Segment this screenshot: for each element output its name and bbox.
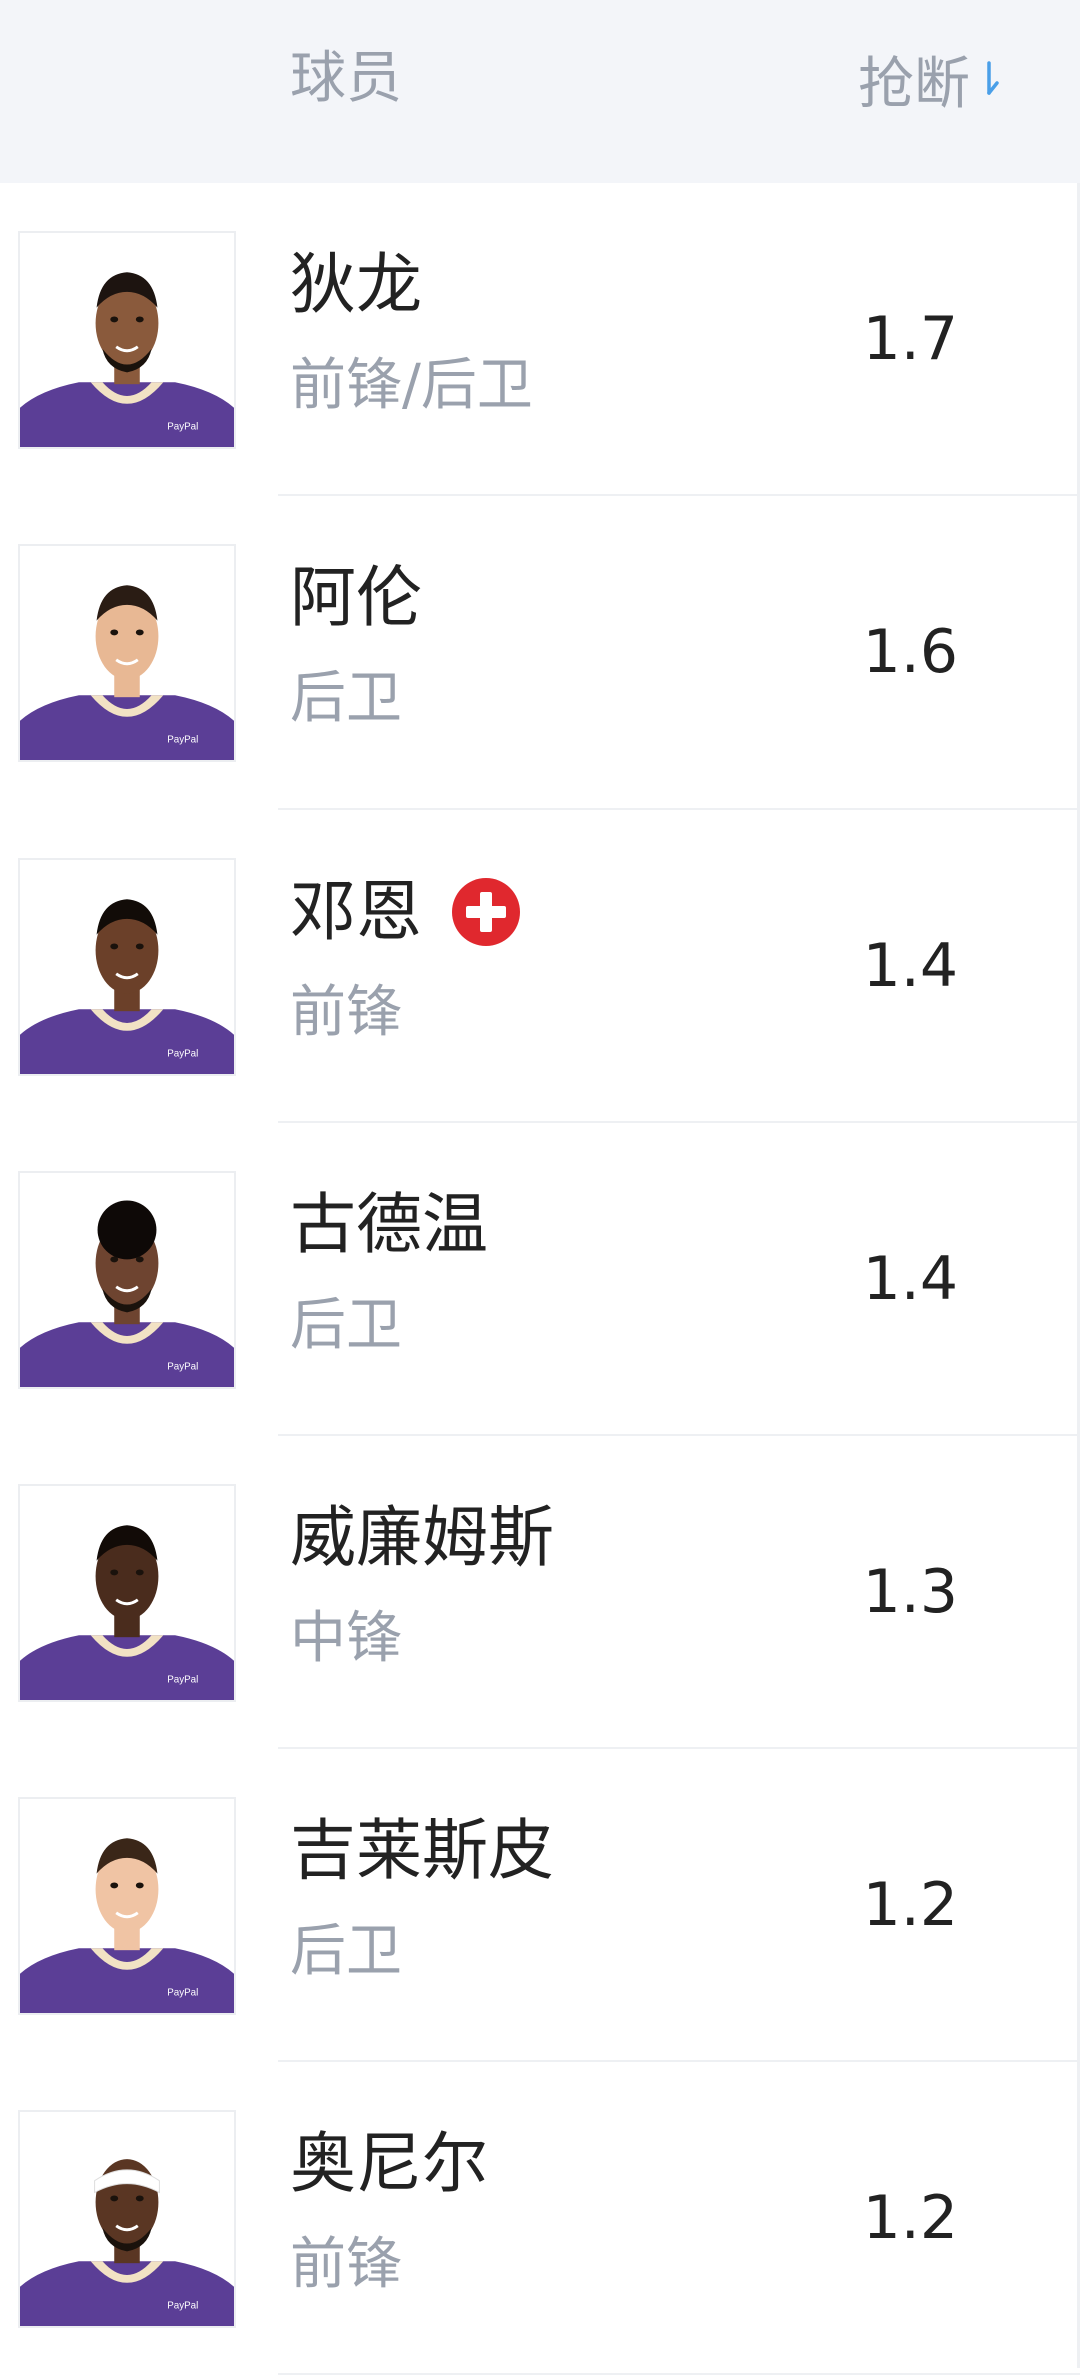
svg-text:PayPal: PayPal	[167, 1048, 198, 1059]
player-steals-value: 1.3	[862, 1557, 958, 1627]
player-name: 奥尼尔	[290, 2125, 488, 2202]
player-position: 后卫	[290, 666, 402, 731]
player-name: 吉莱斯皮	[290, 1812, 554, 1889]
player-name-line: 阿伦	[290, 558, 422, 638]
player-avatar: PayPal	[18, 1484, 236, 1702]
svg-text:PayPal: PayPal	[167, 1361, 198, 1372]
player-name: 狄龙	[290, 246, 422, 323]
player-avatar: PayPal	[18, 544, 236, 762]
player-name: 邓恩	[290, 873, 422, 950]
player-position: 前锋	[290, 2232, 402, 2297]
player-steals-value: 1.6	[862, 617, 958, 687]
player-name: 阿伦	[290, 559, 422, 636]
column-header-steals-label: 抢断	[858, 51, 970, 117]
player-row[interactable]: PayPal 古德温 后卫 1.4	[0, 1123, 1080, 1436]
player-name-line: 邓恩	[290, 872, 522, 952]
svg-text:PayPal: PayPal	[167, 1674, 198, 1685]
player-name-line: 狄龙	[290, 245, 422, 325]
player-position: 前锋/后卫	[290, 353, 533, 418]
player-avatar: PayPal	[18, 1797, 236, 2015]
player-position: 后卫	[290, 1293, 402, 1358]
player-avatar: PayPal	[18, 2110, 236, 2328]
player-steals-value: 1.2	[862, 2183, 958, 2253]
player-name: 古德温	[290, 1186, 488, 1263]
svg-text:PayPal: PayPal	[167, 2300, 198, 2311]
player-steals-value: 1.4	[862, 931, 958, 1001]
player-steals-value: 1.2	[862, 1870, 958, 1940]
player-position: 中锋	[290, 1606, 402, 1671]
player-row[interactable]: PayPal 吉莱斯皮 后卫 1.2	[0, 1749, 1080, 2062]
player-row[interactable]: PayPal 奥尼尔 前锋 1.2	[0, 2062, 1080, 2375]
player-name-line: 古德温	[290, 1185, 488, 1265]
svg-text:PayPal: PayPal	[167, 421, 198, 432]
player-name-line: 奥尼尔	[290, 2124, 488, 2204]
player-name-line: 吉莱斯皮	[290, 1811, 554, 1891]
player-position: 后卫	[290, 1919, 402, 1984]
injury-cross-icon	[450, 876, 522, 948]
player-avatar: PayPal	[18, 1171, 236, 1389]
player-row[interactable]: PayPal 邓恩 前锋 1.4	[0, 810, 1080, 1123]
player-steals-value: 1.7	[862, 304, 958, 374]
player-avatar: PayPal	[18, 231, 236, 449]
player-row[interactable]: PayPal 威廉姆斯 中锋 1.3	[0, 1436, 1080, 1749]
player-position: 前锋	[290, 980, 402, 1045]
player-name: 威廉姆斯	[290, 1499, 554, 1576]
svg-text:PayPal: PayPal	[167, 734, 198, 745]
svg-text:PayPal: PayPal	[167, 1987, 198, 1998]
player-row[interactable]: PayPal 狄龙 前锋/后卫 1.7	[0, 183, 1080, 496]
player-list: PayPal 狄龙 前锋/后卫 1.7 PayPal 阿伦 后卫 1.6 Pay…	[0, 183, 1080, 2375]
column-header-player: 球员	[290, 46, 402, 111]
column-header-steals-sort[interactable]: 抢断	[858, 0, 1002, 158]
player-steals-value: 1.4	[862, 1244, 958, 1314]
player-row[interactable]: PayPal 阿伦 后卫 1.6	[0, 496, 1080, 810]
player-avatar: PayPal	[18, 858, 236, 1076]
sort-descending-arrow-icon	[980, 59, 1002, 99]
table-header: 球员 抢断	[0, 0, 1080, 183]
player-name-line: 威廉姆斯	[290, 1498, 554, 1578]
